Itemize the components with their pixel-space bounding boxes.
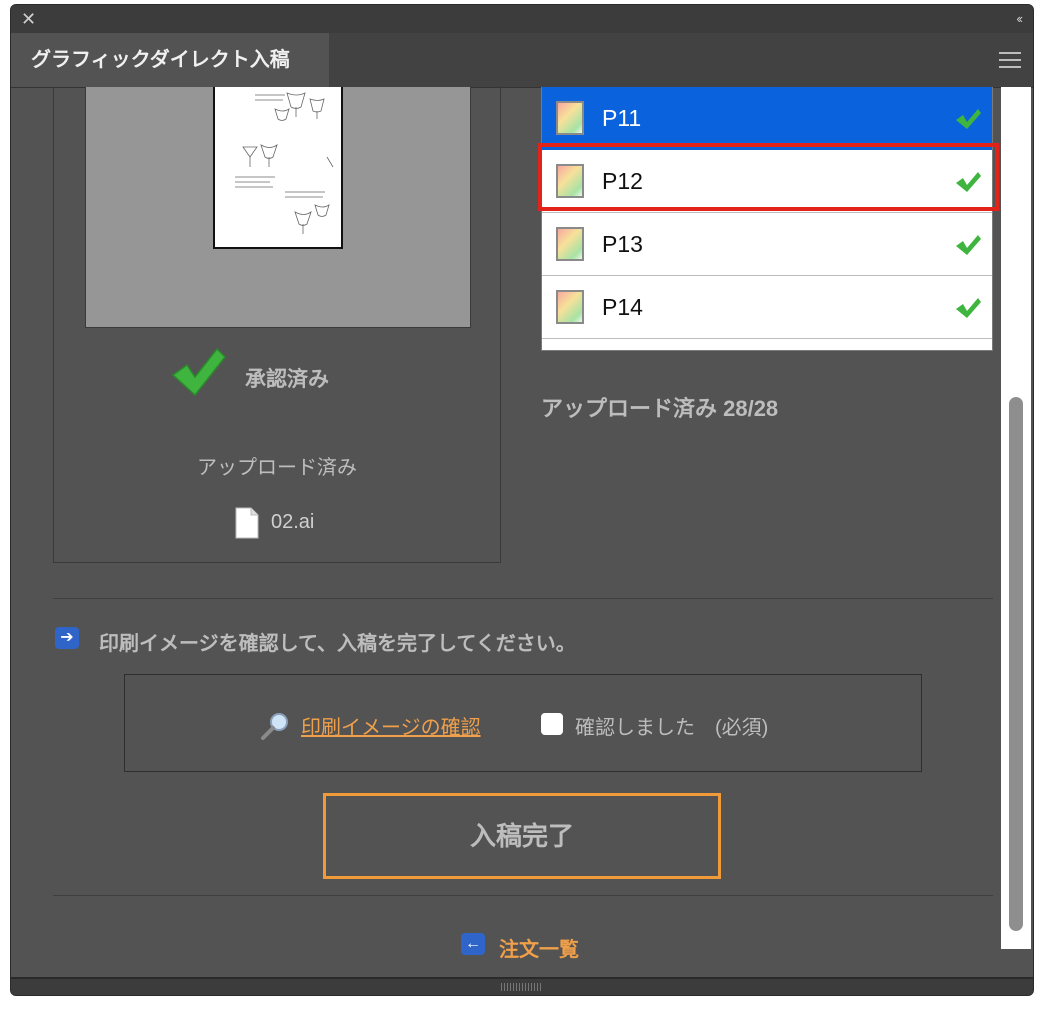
resize-grip[interactable] [501,983,541,991]
magnifier-icon [261,713,288,740]
page-thumbnail-icon [556,164,584,198]
page-list-item[interactable]: P13 [542,213,992,276]
confirm-box [124,674,922,772]
title-bar: ✕ ‹‹ [11,5,1033,34]
thumbnail-sketch [235,92,334,234]
page-label: P12 [602,168,643,194]
upload-count: アップロード済み 28/28 [541,396,779,421]
tab-graphic-direct-upload[interactable]: グラフィックダイレクト入稿 [11,33,329,87]
page-check-icon [956,298,981,318]
page-label: P11 [602,105,642,131]
panel-menu-icon[interactable] [999,52,1021,68]
close-icon[interactable]: ✕ [21,8,36,30]
collapse-panel-icon[interactable]: ‹‹ [1016,8,1023,30]
scrollbar-thumb[interactable] [1009,397,1023,931]
page-thumbnail-icon [556,290,584,324]
tab-bar: グラフィックダイレクト入稿 [11,33,1033,88]
bottom-bar [11,977,1033,995]
page-thumbnail-icon [556,227,584,261]
arrow-left-icon[interactable]: ← [461,933,485,955]
page-thumbnail [213,87,343,249]
confirm-checkbox-label: 確認しました (必須) [575,717,769,739]
page-list-item[interactable]: P11 [542,87,992,150]
plugin-panel: ✕ ‹‹ グラフィックダイレクト入稿 承認済み アップロード済み 02.ai P… [10,4,1034,996]
page-label: P14 [602,294,643,320]
approved-status-label: 承認済み [245,368,329,391]
page-thumbnail-icon [556,101,584,135]
print-preview-link[interactable]: 印刷イメージの確認 [301,711,481,740]
instruction-text: 印刷イメージを確認して、入稿を完了してください。 [99,633,576,655]
page-list-item[interactable]: P12 [542,150,992,213]
divider [53,895,993,896]
page-list[interactable]: P11 P12 P13 P14 [541,87,993,351]
approved-check-icon [171,347,227,397]
submit-button[interactable]: 入稿完了 [323,793,721,879]
divider [53,598,993,599]
page-list-item[interactable]: P14 [542,276,992,339]
arrow-right-icon: ➔ [55,627,79,649]
document-icon [235,507,259,539]
page-check-icon [956,109,981,129]
page-check-icon [956,235,981,255]
order-list-link[interactable]: 注文一覧 [499,933,579,962]
upload-status-label: アップロード済み [197,457,357,479]
file-name: 02.ai [271,511,315,533]
confirm-checkbox[interactable] [541,713,563,735]
page-label: P13 [602,231,643,257]
page-check-icon [956,172,981,192]
page-list-item-partial[interactable] [542,339,992,350]
